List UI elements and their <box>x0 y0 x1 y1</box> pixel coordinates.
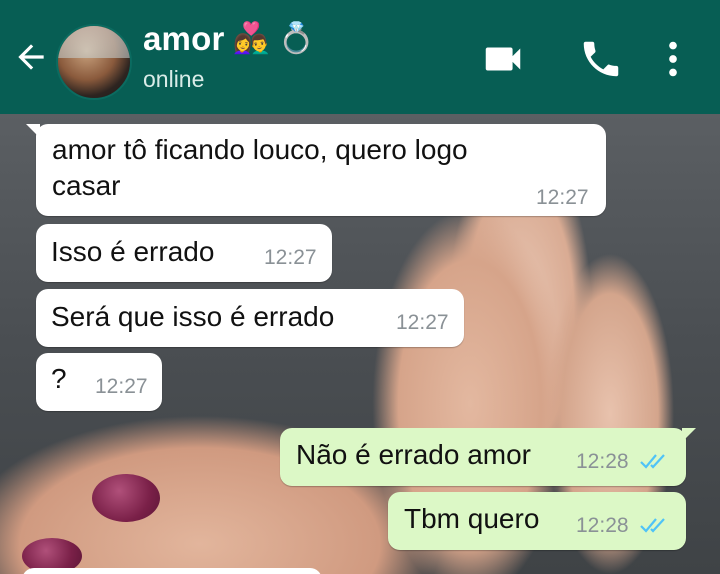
message-time: 12:28 <box>576 450 629 473</box>
message-text: Será que isso é errado <box>51 301 335 332</box>
message-bubble-outgoing[interactable]: Tbm quero 12:28 <box>388 492 686 550</box>
message-bubble-incoming[interactable] <box>22 568 322 574</box>
double-check-icon <box>640 518 665 533</box>
couple-emoji: 👩‍❤️‍👨 <box>232 21 270 56</box>
contact-name: amor <box>143 20 225 57</box>
message-text: casar <box>52 170 121 201</box>
phone-icon[interactable] <box>578 36 624 82</box>
message-time: 12:27 <box>536 186 589 209</box>
message-bubble-incoming[interactable]: Isso é errado 12:27 <box>36 224 332 282</box>
message-text: Tbm quero <box>404 503 540 534</box>
message-text: Isso é errado <box>51 236 215 267</box>
message-time: 12:27 <box>264 246 317 269</box>
message-text: ? <box>51 363 67 394</box>
double-check-icon <box>640 454 665 469</box>
message-time: 12:28 <box>576 514 629 537</box>
message-bubble-incoming[interactable]: amor tô ficando louco, quero logo casar … <box>26 124 606 216</box>
message-time: 12:27 <box>95 375 148 398</box>
chat-area[interactable]: amor tô ficando louco, quero logo casar … <box>0 114 720 574</box>
video-camera-icon[interactable] <box>480 36 526 82</box>
message-text: amor tô ficando louco, quero logo <box>52 134 468 165</box>
ring-emoji: 💍 <box>277 21 316 56</box>
message-time: 12:27 <box>396 311 449 334</box>
more-vert-icon[interactable] <box>650 36 696 82</box>
message-bubble-incoming[interactable]: ? 12:27 <box>36 353 162 411</box>
contact-title[interactable]: amor 👩‍❤️‍👨 💍 <box>143 20 315 58</box>
message-bubble-outgoing[interactable]: Não é errado amor 12:28 <box>280 428 696 486</box>
avatar[interactable] <box>56 24 132 100</box>
chat-header: amor 👩‍❤️‍👨 💍 online <box>0 0 720 114</box>
message-bubble-incoming[interactable]: Será que isso é errado 12:27 <box>36 289 464 347</box>
arrow-left-icon[interactable] <box>12 38 50 76</box>
wallpaper-nail <box>92 474 160 522</box>
message-text: Não é errado amor <box>296 439 532 470</box>
contact-status: online <box>143 66 205 92</box>
